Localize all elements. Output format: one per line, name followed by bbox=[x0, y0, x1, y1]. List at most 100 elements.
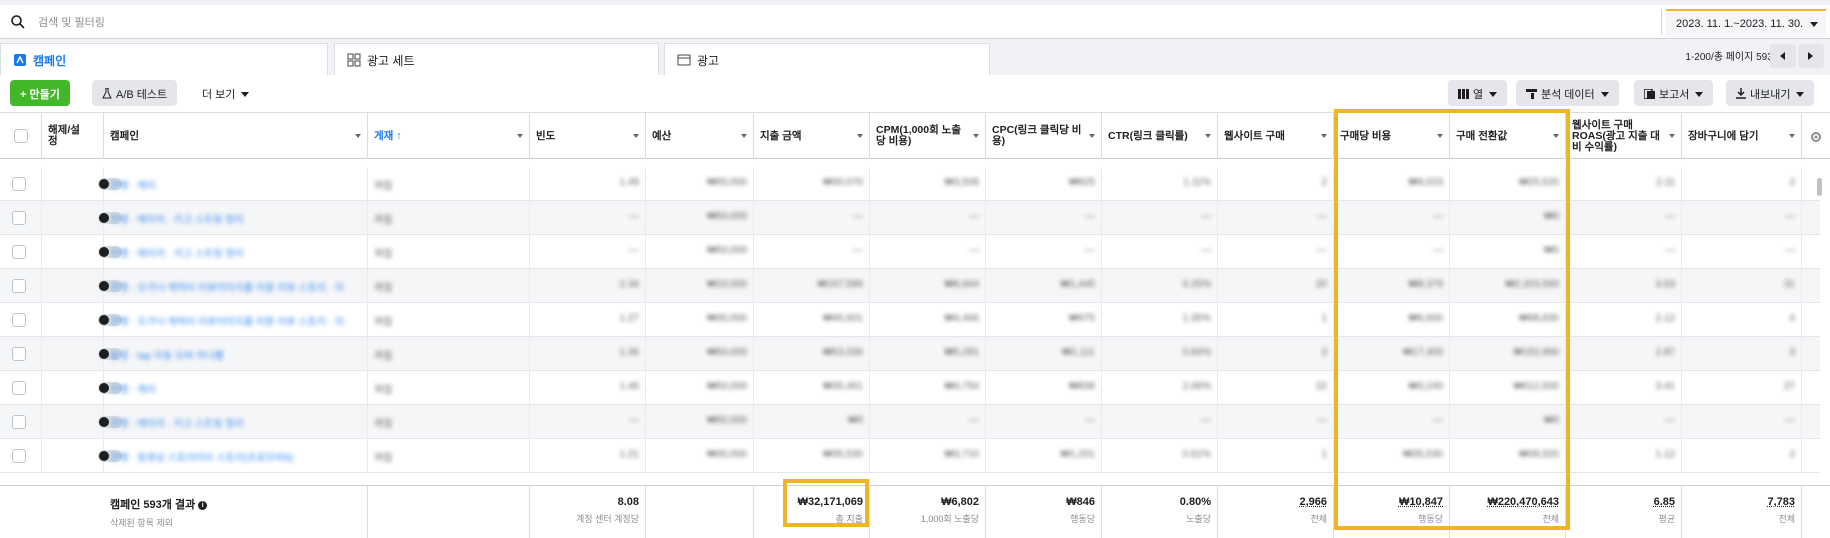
column-title: 웹사이트 구매 ROAS(광고 지출 대비 수익률) bbox=[1572, 118, 1660, 153]
column-header-campaign[interactable]: 캠페인 bbox=[104, 113, 368, 159]
campaign-name-link[interactable]: 진행 · 오가닉 캐릭터 리뷰이미지를 이용 리뷰 스토리 · 이 bbox=[110, 283, 344, 294]
cpp-value: — bbox=[1433, 415, 1443, 426]
column-header-budget[interactable]: 예산 bbox=[646, 113, 754, 159]
column-settings-icon[interactable] bbox=[1810, 131, 1822, 143]
campaign-name-link[interactable]: 진행 · 캐리 bbox=[110, 181, 156, 192]
column-header-cpc[interactable]: CPC(링크 클릭당 비용) bbox=[986, 113, 1102, 159]
export-button[interactable]: 내보내기 bbox=[1726, 80, 1815, 106]
cpc-value: — bbox=[1085, 245, 1095, 256]
row-checkbox[interactable] bbox=[12, 347, 26, 361]
table-row[interactable]: 진행 · 오가닉 캐릭터 리뷰이미지를 이용 리뷰 스토리 · 이 꺼짐 1.27 ₩… bbox=[0, 303, 1820, 337]
sort-dropdown-icon[interactable] bbox=[1437, 134, 1443, 138]
column-title: 웹사이트 구매 bbox=[1224, 129, 1285, 142]
column-header-roas[interactable]: 웹사이트 구매 ROAS(광고 지출 대비 수익률) bbox=[1566, 113, 1682, 159]
column-header-cpm[interactable]: CPM(1,000회 노출당 비용) bbox=[870, 113, 986, 159]
campaign-name-link[interactable]: 진행 · 메이저 · 키고 스트링 정리 bbox=[110, 419, 244, 430]
sort-dropdown-icon[interactable] bbox=[1553, 134, 1559, 138]
search-bar[interactable]: 검색 및 필터링 2023. 11. 1.~2023. 11. 30. bbox=[0, 5, 1830, 39]
tab-ads[interactable]: 광고 bbox=[664, 43, 990, 75]
breakdown-button[interactable]: 분석 데이터 bbox=[1516, 80, 1619, 106]
campaign-name-link[interactable]: 진행 · 메이저 · 키고 스트링 정리 bbox=[110, 215, 244, 226]
cpc-cell: — bbox=[986, 235, 1102, 269]
table-row[interactable]: 동영 · tap 이동 오바 하나쁨 꺼짐 1.36 ₩50,000 ₩53,330 ₩5… bbox=[0, 337, 1820, 371]
cpp-value: ₩9,023 bbox=[1408, 177, 1443, 188]
sort-dropdown-icon[interactable] bbox=[1089, 134, 1095, 138]
purchases-cell: — bbox=[1218, 201, 1334, 235]
more-button[interactable]: 더 보기 bbox=[192, 80, 259, 106]
select-all-checkbox[interactable] bbox=[13, 129, 28, 143]
roas-cell: 2.87 bbox=[1566, 337, 1682, 371]
table-row[interactable]: 진행 · 메이저 · 키고 스트링 정리 꺼짐 — ₩50,000 — — — — — — ₩0 — — bbox=[0, 201, 1820, 235]
table-row[interactable]: 진행 · 메이저 · 키고 스트링 정리 꺼짐 — ₩50,000 ₩0 — — — — — ₩0 —… bbox=[0, 405, 1820, 439]
sort-dropdown-icon[interactable] bbox=[633, 134, 639, 138]
budget-value: ₩50,000 bbox=[706, 381, 747, 392]
ctr-value: 0.84% bbox=[1182, 347, 1211, 358]
sort-dropdown-icon[interactable] bbox=[973, 134, 979, 138]
purchases-value: 1 bbox=[1321, 313, 1327, 324]
cpc-value: ₩1,445 bbox=[1060, 279, 1095, 290]
table-row[interactable]: 진행 · 메이저 · 키고 스트링 정리 꺼짐 — ₩50,000 — — — — — — ₩0 — — bbox=[0, 235, 1820, 269]
sort-dropdown-icon[interactable] bbox=[1789, 134, 1795, 138]
row-checkbox[interactable] bbox=[12, 381, 26, 395]
sort-dropdown-icon[interactable] bbox=[1669, 134, 1675, 138]
column-header-delivery[interactable]: 게재 ↑ bbox=[368, 113, 530, 159]
tab-campaigns[interactable]: 캠페인 bbox=[0, 43, 328, 75]
budget-value: ₩50,000 bbox=[706, 415, 747, 426]
reports-button[interactable]: 보고서 bbox=[1634, 80, 1714, 106]
table-row[interactable]: 진행 · 동영상 스토리이브 스토리(프로모바9) 꺼짐 1.21 ₩30,000 ₩3… bbox=[0, 439, 1820, 473]
column-header-spend[interactable]: 지출 금액 bbox=[754, 113, 870, 159]
sort-dropdown-icon[interactable] bbox=[857, 134, 863, 138]
column-header-purchases[interactable]: 웹사이트 구매 bbox=[1218, 113, 1334, 159]
roas-value: 3.63 bbox=[1655, 279, 1675, 290]
columns-button[interactable]: 열 bbox=[1448, 80, 1508, 106]
info-icon[interactable]: i bbox=[198, 501, 208, 510]
row-checkbox[interactable] bbox=[12, 279, 26, 293]
summary-add-to-cart: 7,783 전체 bbox=[1682, 486, 1802, 538]
prev-page-button[interactable] bbox=[1770, 44, 1796, 68]
purchases-cell: 1 bbox=[1218, 303, 1334, 337]
column-header-purchase-value[interactable]: 구매 전환값 bbox=[1450, 113, 1566, 159]
column-title: 장바구니에 담기 bbox=[1688, 129, 1759, 142]
row-checkbox[interactable] bbox=[12, 177, 26, 191]
budget-cell: ₩50,000 bbox=[646, 235, 754, 269]
campaign-name-link[interactable]: 진행 · 캐리 bbox=[110, 385, 156, 396]
ab-test-button[interactable]: A/B 테스트 bbox=[92, 80, 178, 106]
vertical-scrollbar[interactable] bbox=[1817, 178, 1822, 196]
column-header-add-to-cart[interactable]: 장바구니에 담기 bbox=[1682, 113, 1802, 159]
column-title: CPC(링크 클릭당 비용) bbox=[992, 124, 1082, 147]
row-checkbox[interactable] bbox=[12, 245, 26, 259]
campaign-name-link[interactable]: 진행 · 동영상 스토리이브 스토리(프로모바9) bbox=[110, 453, 293, 464]
campaign-name-cell: 진행 · 캐리 bbox=[104, 371, 368, 405]
column-header-cost-per-purchase[interactable]: 구매당 비용 bbox=[1334, 113, 1450, 159]
next-page-button[interactable] bbox=[1798, 44, 1824, 68]
column-header-ctr[interactable]: CTR(링크 클릭률) bbox=[1102, 113, 1218, 159]
tab-ad-sets[interactable]: 광고 세트 bbox=[334, 43, 659, 75]
campaign-name-link[interactable]: 진행 · 메이저 · 키고 스트링 정리 bbox=[110, 249, 244, 260]
table-row[interactable]: 진행 · 오가닉 캐릭터 리뷰이미지를 이용 리뷰 스토리 · 이 꺼짐 2.34 ₩… bbox=[0, 269, 1820, 303]
table-row[interactable]: 진행 · 캐리 꺼짐 1.49 ₩50,000 ₩30,070 ₩3,508 ₩825 1.1… bbox=[0, 167, 1820, 201]
purchases-value: — bbox=[1317, 211, 1327, 222]
more-label: 더 보기 bbox=[202, 89, 236, 101]
create-button[interactable]: + 만들기 bbox=[10, 80, 70, 106]
row-checkbox[interactable] bbox=[12, 415, 26, 429]
row-checkbox[interactable] bbox=[12, 211, 26, 225]
sort-dropdown-icon[interactable] bbox=[355, 134, 361, 138]
sort-dropdown-icon[interactable] bbox=[1205, 134, 1211, 138]
column-header-toggle[interactable]: 해제/설정 bbox=[42, 113, 104, 159]
sort-dropdown-icon[interactable] bbox=[741, 134, 747, 138]
campaign-name-link[interactable]: 진행 · 오가닉 캐릭터 리뷰이미지를 이용 리뷰 스토리 · 이 bbox=[110, 317, 344, 328]
columns-label: 열 bbox=[1473, 89, 1484, 101]
campaign-name-link[interactable]: 동영 · tap 이동 오바 하나쁨 bbox=[110, 351, 224, 362]
freq-cell: 1.27 bbox=[530, 303, 646, 337]
row-checkbox[interactable] bbox=[12, 313, 26, 327]
sort-dropdown-icon[interactable] bbox=[517, 134, 523, 138]
cart-cell: 2 bbox=[1682, 167, 1802, 201]
column-header-frequency[interactable]: 빈도 bbox=[530, 113, 646, 159]
sort-dropdown-icon[interactable] bbox=[1321, 134, 1327, 138]
tab-label: 광고 세트 bbox=[367, 54, 415, 68]
table-row[interactable]: 진행 · 캐리 꺼짐 1.46 ₩50,000 ₩35,461 ₩4,754 ₩838 2.0… bbox=[0, 371, 1820, 405]
search-input[interactable]: 검색 및 필터링 bbox=[38, 14, 105, 30]
cart-value: — bbox=[1785, 415, 1795, 426]
date-range-picker[interactable]: 2023. 11. 1.~2023. 11. 30. bbox=[1666, 9, 1826, 37]
row-checkbox[interactable] bbox=[12, 449, 26, 463]
